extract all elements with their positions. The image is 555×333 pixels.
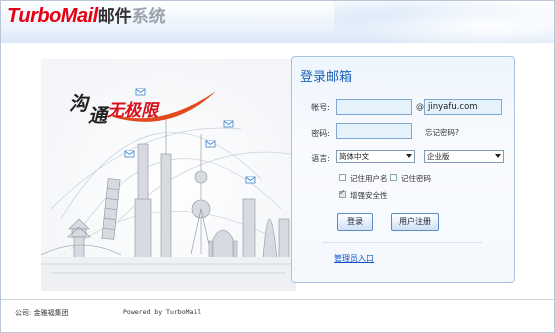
password-label: 密码: (311, 129, 330, 138)
admin-link[interactable]: 管理员入口 (334, 253, 374, 264)
powered-by-text: Powered by TurboMail (123, 308, 202, 316)
slogan-part1: 沟 (69, 93, 89, 115)
logo: TurboMail邮件系统 (7, 3, 166, 29)
login-button[interactable]: 登录 (337, 213, 373, 231)
login-panel: 登录邮箱 帐号: @ jinyafu.com 密码: 忘记密码? 语言: 简体中… (291, 56, 515, 283)
panel-divider (322, 242, 482, 243)
account-label: 帐号: (311, 103, 330, 112)
language-select[interactable]: 简体中文 (336, 150, 415, 163)
language-value: 简体中文 (339, 152, 369, 161)
security-label: 增强安全性 (350, 191, 388, 200)
register-button[interactable]: 用户注册 (391, 213, 439, 231)
edition-value: 企业版 (427, 152, 450, 161)
account-input[interactable] (336, 99, 412, 115)
footer-divider (1, 299, 554, 300)
header: TurboMail邮件系统 (1, 1, 554, 43)
logo-mail: 邮件 (97, 7, 132, 27)
logo-brand: TurboMail (7, 5, 98, 27)
remember-user-label: 记住用户名 (350, 174, 388, 183)
forgot-password-link[interactable]: 忘记密码? (425, 127, 459, 138)
edition-select[interactable]: 企业版 (424, 150, 504, 163)
remember-password-label: 记住密码 (401, 174, 431, 183)
page-frame: TurboMail邮件系统 沟通无极限 登录邮箱 帐号: @ jinyafu.c… (0, 0, 555, 333)
company-text: 公司: 金雅福集团 (15, 309, 69, 317)
at-sign: @ (416, 102, 424, 111)
security-checkbox[interactable] (339, 188, 346, 198)
remember-user-checkbox[interactable] (339, 174, 346, 181)
password-input[interactable] (336, 123, 412, 139)
chevron-down-icon (406, 154, 412, 158)
remember-password-checkbox[interactable] (390, 174, 397, 181)
language-label: 语言: (311, 154, 330, 163)
slogan: 沟通无极限 (69, 89, 158, 127)
header-cloud-decoration (334, 1, 554, 43)
domain-input[interactable]: jinyafu.com (424, 99, 502, 115)
slogan-part2: 通 (88, 105, 108, 127)
chevron-down-icon (495, 154, 501, 158)
logo-system: 系统 (131, 7, 166, 27)
login-title: 登录邮箱 (300, 70, 353, 85)
slogan-part3: 无极限 (107, 101, 159, 121)
